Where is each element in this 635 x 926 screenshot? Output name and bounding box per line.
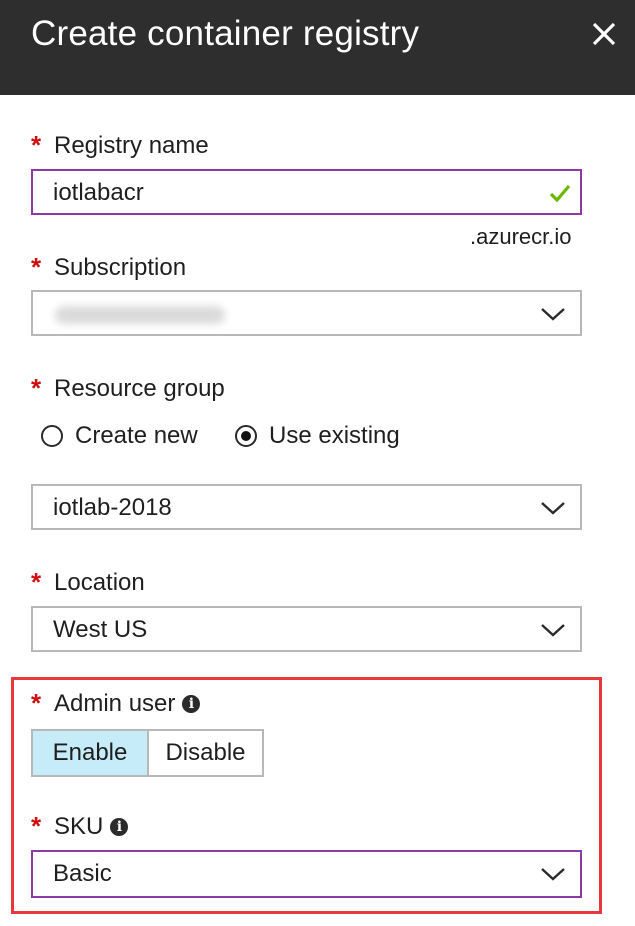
location-dropdown[interactable]: West US [31, 606, 582, 652]
required-asterisk: * [31, 130, 42, 160]
registry-name-value: iotlabacr [53, 179, 144, 206]
page-title: Create container registry [31, 14, 420, 53]
location-label-row: * Location [31, 567, 145, 598]
chevron-down-icon [541, 308, 565, 321]
resource-group-value: iotlab-2018 [53, 494, 172, 521]
close-icon[interactable] [588, 18, 620, 50]
location-value: West US [53, 616, 148, 643]
subscription-dropdown[interactable] [31, 290, 582, 336]
info-icon[interactable]: i [110, 817, 129, 836]
required-asterisk: * [31, 688, 42, 718]
chevron-down-icon [541, 868, 565, 881]
radio-use-existing-label: Use existing [269, 422, 400, 449]
sku-value: Basic [53, 860, 112, 887]
radio-create-new[interactable]: Create new [41, 422, 198, 450]
subscription-label: Subscription [54, 253, 187, 281]
radio-circle-selected [235, 425, 257, 447]
registry-domain-suffix: .azurecr.io [470, 224, 572, 249]
required-asterisk: * [31, 252, 42, 282]
admin-user-enable-button[interactable]: Enable [31, 729, 149, 777]
radio-circle-unselected [41, 425, 63, 447]
resource-group-dropdown[interactable]: iotlab-2018 [31, 484, 582, 530]
sku-label: SKU [54, 812, 104, 840]
registry-name-label-row: * Registry name [31, 130, 209, 161]
blade-header: Create container registry [0, 0, 635, 95]
admin-user-label-row: * Admin user i [31, 688, 201, 719]
registry-name-label: Registry name [54, 131, 209, 159]
chevron-down-icon [541, 502, 565, 515]
subscription-value-redacted [55, 306, 225, 324]
resource-group-label: Resource group [54, 374, 225, 402]
required-asterisk: * [31, 811, 42, 841]
radio-use-existing[interactable]: Use existing [235, 422, 400, 450]
location-label: Location [54, 568, 145, 596]
required-asterisk: * [31, 373, 42, 403]
registry-name-input[interactable]: iotlabacr [31, 169, 582, 215]
info-icon[interactable]: i [182, 694, 201, 713]
required-asterisk: * [31, 567, 42, 597]
chevron-down-icon [541, 624, 565, 637]
checkmark-icon [549, 184, 571, 203]
subscription-label-row: * Subscription [31, 252, 186, 283]
radio-create-new-label: Create new [75, 422, 198, 449]
admin-user-disable-button[interactable]: Disable [147, 729, 264, 777]
sku-dropdown[interactable]: Basic [31, 850, 582, 898]
admin-user-label: Admin user [54, 689, 176, 717]
resource-group-label-row: * Resource group [31, 373, 225, 404]
sku-label-row: * SKU i [31, 811, 129, 842]
